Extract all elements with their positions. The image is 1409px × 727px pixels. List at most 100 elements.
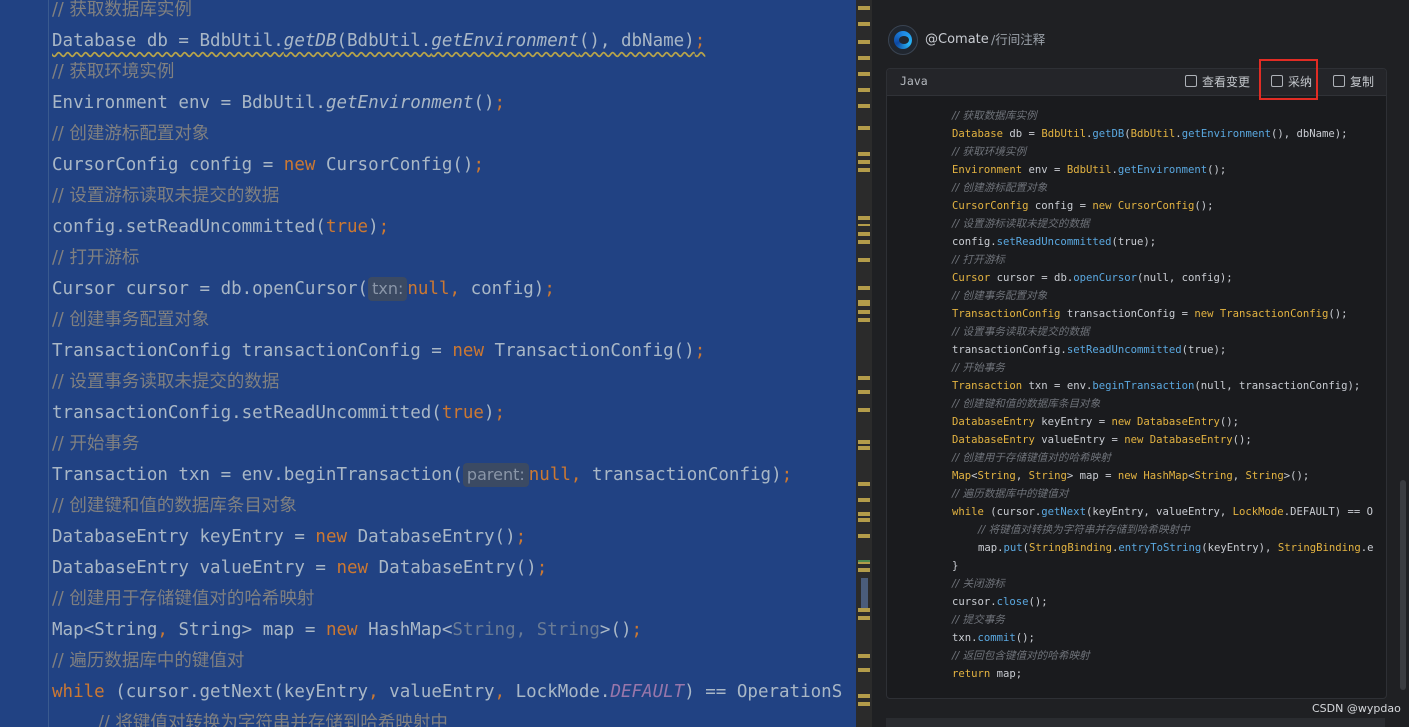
scroll-marker [858, 410, 870, 412]
scroll-marker [858, 670, 870, 672]
scroll-marker [858, 500, 870, 502]
generated-code-line: // 打开游标 [952, 254, 1005, 266]
editor-comment-line: // 开始事务 [52, 434, 140, 454]
scroll-marker [858, 442, 870, 444]
editor-code-line: CursorConfig config = new CursorConfig()… [52, 155, 485, 175]
editor-code-line: Database db = BdbUtil.getDB(BdbUtil.getE… [52, 31, 706, 51]
scroll-marker [858, 218, 870, 220]
generated-code-line: // 创建事务配置对象 [952, 290, 1048, 302]
editor-comment-line: // 创建用于存储键值对的哈希映射 [52, 589, 315, 609]
generated-code-line: // 提交事务 [952, 614, 1005, 626]
copy-button[interactable]: 复制 [1333, 73, 1374, 91]
scroll-marker [858, 378, 870, 380]
scroll-marker [858, 162, 870, 164]
scroll-marker [858, 90, 870, 92]
generated-code-line: return map; [952, 668, 1023, 680]
diff-icon [1185, 75, 1197, 87]
parameter-hint: parent: [462, 463, 529, 487]
scroll-marker [858, 618, 870, 620]
generated-code-line: Environment env = BdbUtil.getEnvironment… [952, 164, 1227, 176]
generated-code-line: Cursor cursor = db.openCursor(null, conf… [952, 272, 1233, 284]
generated-code-line: // 获取数据库实例 [952, 110, 1037, 122]
scroll-marker [858, 448, 870, 450]
generated-code-line: Database db = BdbUtil.getDB(BdbUtil.getE… [952, 128, 1348, 140]
editor-comment-line: // 设置事务读取未提交的数据 [52, 372, 280, 392]
generated-code-line: Map<String, String> map = new HashMap<St… [952, 470, 1310, 482]
scroll-marker [858, 304, 870, 306]
generated-code-line: } [952, 560, 959, 572]
editor-code-line: Transaction txn = env.beginTransaction(p… [52, 463, 793, 487]
generated-code-line: map.put(StringBinding.entryToString(keyE… [978, 542, 1374, 554]
scroll-marker [858, 704, 870, 706]
generated-code-line: cursor.close(); [952, 596, 1048, 608]
comate-logo-icon [888, 25, 918, 55]
panel-input-area[interactable] [886, 718, 1385, 727]
scroll-marker [858, 312, 870, 314]
scroll-marker [858, 128, 870, 130]
generated-code-line: transactionConfig.setReadUncommitted(tru… [952, 344, 1227, 356]
scroll-marker [858, 392, 870, 394]
parameter-hint: txn: [368, 277, 408, 301]
generated-code-line: txn.commit(); [952, 632, 1035, 644]
editor-code-line: Environment env = BdbUtil.getEnvironment… [52, 93, 506, 113]
scroll-marker [858, 520, 870, 522]
generated-code-line: // 获取环境实例 [952, 146, 1027, 158]
scroll-marker [858, 696, 870, 698]
editor-comment-line: // 创建游标配置对象 [52, 124, 210, 144]
editor-code-line: transactionConfig.setReadUncommitted(tru… [52, 403, 506, 423]
scroll-marker [858, 514, 870, 516]
editor-comment-line: // 获取数据库实例 [52, 0, 192, 20]
comate-user: @Comate [925, 32, 989, 47]
editor-code-line: while (cursor.getNext(keyEntry, valueEnt… [52, 682, 843, 702]
copy-label: 复制 [1350, 75, 1375, 89]
editor-comment-line: // 将键值对转换为字符串并存储到哈希映射中 [98, 713, 448, 727]
scroll-marker [858, 170, 870, 172]
scroll-marker [858, 58, 870, 60]
scroll-marker [858, 42, 870, 44]
copy-icon [1333, 75, 1345, 87]
editor-comment-line: // 创建事务配置对象 [52, 310, 210, 330]
generated-code-line: TransactionConfig transactionConfig = ne… [952, 308, 1348, 320]
scroll-marker [858, 320, 870, 322]
scroll-marker [858, 484, 870, 486]
watermark: CSDN @wypdao [1312, 702, 1401, 715]
panel-scrollbar[interactable] [1400, 480, 1406, 690]
editor-code-line: DatabaseEntry keyEntry = new DatabaseEnt… [52, 527, 527, 547]
generated-code-line: // 将键值对转换为字符串并存储到哈希映射中 [978, 524, 1190, 536]
scroll-marker [858, 570, 870, 572]
scroll-marker [858, 154, 870, 156]
scroll-marker [858, 260, 870, 262]
editor-comment-line: // 创建键和值的数据库条目对象 [52, 496, 297, 516]
scroll-marker [858, 242, 870, 244]
generated-code-line: DatabaseEntry keyEntry = new DatabaseEnt… [952, 416, 1240, 428]
view-diff-button[interactable]: 查看变更 [1185, 73, 1250, 91]
generated-code-line: DatabaseEntry valueEntry = new DatabaseE… [952, 434, 1252, 446]
scroll-marker [858, 288, 870, 290]
scroll-marker [858, 536, 870, 538]
generated-code-line: // 返回包含键值对的哈希映射 [952, 650, 1090, 662]
generated-code-line: Transaction txn = env.beginTransaction(n… [952, 380, 1361, 392]
generated-code-line: // 遍历数据库中的键值对 [952, 488, 1069, 500]
scroll-marker [858, 24, 870, 26]
editor-code-line: TransactionConfig transactionConfig = ne… [52, 341, 706, 361]
generated-code-line: // 创建游标配置对象 [952, 182, 1048, 194]
scroll-marker [858, 224, 870, 226]
scroll-marker [858, 234, 870, 236]
code-editor[interactable]: // 获取数据库实例 Database db = BdbUtil.getDB(Bd… [0, 0, 856, 727]
generated-code[interactable]: // 获取数据库实例 Database db = BdbUtil.getDB(Bd… [887, 95, 1384, 695]
editor-scroll-markers[interactable] [856, 0, 872, 727]
editor-comment-line: // 遍历数据库中的键值对 [52, 651, 245, 671]
generated-code-line: // 创建键和值的数据库条目对象 [952, 398, 1101, 410]
scroll-marker [858, 562, 870, 564]
scroll-marker [858, 106, 870, 108]
scroll-marker [858, 656, 870, 658]
command-label: /行间注释 [991, 32, 1046, 47]
editor-code-line: Cursor cursor = db.openCursor(txn: null, … [52, 277, 555, 301]
generated-code-line: config.setReadUncommitted(true); [952, 236, 1157, 248]
generated-code-line: // 关闭游标 [952, 578, 1005, 590]
scroll-marker [858, 8, 870, 10]
editor-scroll-thumb[interactable] [861, 578, 868, 608]
language-label: Java [900, 74, 928, 88]
editor-code-line: config.setReadUncommitted(true); [52, 217, 390, 237]
editor-code-line: Map<String, String> map = new HashMap<St… [52, 620, 643, 640]
